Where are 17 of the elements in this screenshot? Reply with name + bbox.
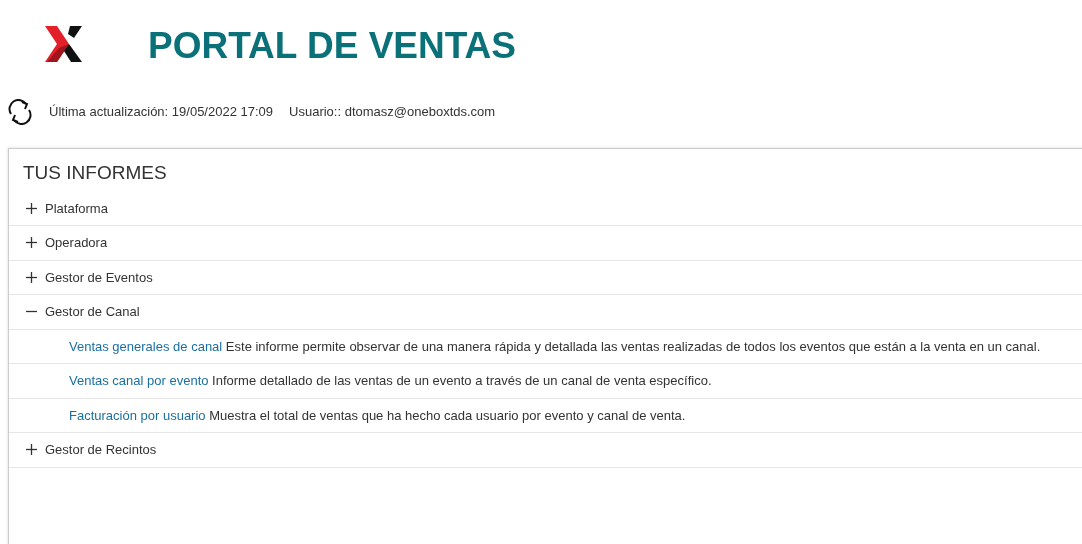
section-toggle[interactable]: Plataforma	[26, 198, 108, 218]
report-link[interactable]: Ventas canal por evento	[69, 373, 209, 388]
report-link[interactable]: Ventas generales de canal	[69, 338, 223, 354]
panel-title: TUS INFORMES	[22, 161, 168, 185]
portal-title: PORTAL DE VENTAS	[148, 24, 516, 69]
section-toggle[interactable]: Gestor de Canal	[26, 302, 140, 322]
user-text: Usuario:: dtomasz@oneboxtds.com	[289, 103, 496, 122]
last-update-text: Última actualización: 19/05/2022 17:09	[49, 103, 274, 122]
section-toggle[interactable]: Operadora	[26, 233, 108, 253]
report-description: Ventas canal por evento Informe detallado de las ventas de un evento a través de un canal de venta específico.	[69, 372, 712, 390]
report-description: Facturación por usuario Muestra el total de ventas que ha hecho cada usuario por evento y canal de venta.	[69, 406, 686, 425]
logo-icon	[45, 26, 82, 62]
refresh-icon[interactable]	[7, 99, 33, 125]
section-toggle[interactable]: Gestor de Eventos	[26, 267, 153, 287]
section-toggle[interactable]: Gestor de Recintos	[26, 440, 157, 460]
report-link[interactable]: Facturación por usuario	[69, 407, 206, 423]
report-description: Ventas generales de canal Este informe permite observar de una manera rápida y detallada las ventas realizadas de todos los eventos que están a la venta en un canal.	[69, 337, 1041, 356]
